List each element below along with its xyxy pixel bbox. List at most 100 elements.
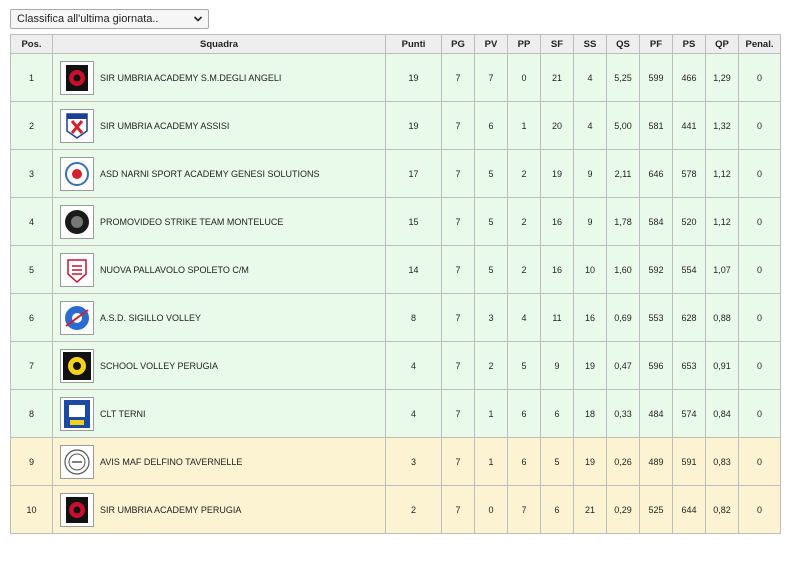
- team-name[interactable]: ASD NARNI SPORT ACADEMY GENESI SOLUTIONS: [100, 169, 320, 179]
- punti-cell: 3: [385, 437, 442, 486]
- standings-type-select[interactable]: Classifica all'ultima giornata..: [10, 9, 209, 29]
- qp-cell: 0,83: [705, 437, 739, 486]
- pg-cell: 7: [441, 245, 475, 294]
- pv-cell: 2: [474, 341, 508, 390]
- team-name[interactable]: SIR UMBRIA ACADEMY PERUGIA: [100, 505, 241, 515]
- pf-cell: 592: [639, 245, 673, 294]
- pg-cell: 7: [441, 437, 475, 486]
- pg-cell: 7: [441, 293, 475, 342]
- team-cell: CLT TERNI: [52, 389, 386, 438]
- table-row: 6 A.S.D. SIGILLO VOLLEY 8 7 3 4 11 16 0,69 553 628…: [10, 293, 781, 342]
- table-row: 4 PROMOVIDEO STRIKE TEAM MONTELUCE 15 7 5 2 16…: [10, 197, 781, 246]
- qp-cell: 1,32: [705, 101, 739, 150]
- pp-cell: 1: [507, 101, 541, 150]
- punti-cell: 19: [385, 101, 442, 150]
- qs-cell: 0,33: [606, 389, 640, 438]
- table-row: 8 CLT TERNI 4 7 1 6 6 18 0,33 484 574 0,84 0: [10, 389, 781, 438]
- sf-cell: 16: [540, 197, 574, 246]
- pf-cell: 646: [639, 149, 673, 198]
- col-header-qs: QS: [606, 34, 640, 54]
- pp-cell: 2: [507, 197, 541, 246]
- team-name[interactable]: PROMOVIDEO STRIKE TEAM MONTELUCE: [100, 217, 283, 227]
- qp-cell: 1,12: [705, 149, 739, 198]
- sf-cell: 11: [540, 293, 574, 342]
- qp-cell: 0,84: [705, 389, 739, 438]
- chevron-down-icon: [193, 16, 203, 22]
- team-cell: ASD NARNI SPORT ACADEMY GENESI SOLUTIONS: [52, 149, 386, 198]
- ss-cell: 10: [573, 245, 607, 294]
- team-name[interactable]: SIR UMBRIA ACADEMY ASSISI: [100, 121, 229, 131]
- team-name[interactable]: NUOVA PALLAVOLO SPOLETO C/M: [100, 265, 249, 275]
- pv-cell: 1: [474, 389, 508, 438]
- team-name[interactable]: SCHOOL VOLLEY PERUGIA: [100, 361, 218, 371]
- pf-cell: 596: [639, 341, 673, 390]
- team-cell: SCHOOL VOLLEY PERUGIA: [52, 341, 386, 390]
- pp-cell: 6: [507, 437, 541, 486]
- col-header-ps: PS: [672, 34, 706, 54]
- penal-cell: 0: [738, 197, 781, 246]
- ss-cell: 19: [573, 341, 607, 390]
- ps-cell: 591: [672, 437, 706, 486]
- clt-logo: [60, 396, 94, 431]
- qs-cell: 0,29: [606, 485, 640, 534]
- qs-cell: 1,60: [606, 245, 640, 294]
- table-row: 7 SCHOOL VOLLEY PERUGIA 4 7 2 5 9 19 0,47 596 653 0…: [10, 341, 781, 390]
- col-header-pf: PF: [639, 34, 673, 54]
- pp-cell: 4: [507, 293, 541, 342]
- pv-cell: 7: [474, 53, 508, 102]
- ps-cell: 466: [672, 53, 706, 102]
- pf-cell: 599: [639, 53, 673, 102]
- penal-cell: 0: [738, 245, 781, 294]
- pg-cell: 7: [441, 485, 475, 534]
- team-name[interactable]: A.S.D. SIGILLO VOLLEY: [100, 313, 201, 323]
- pp-cell: 6: [507, 389, 541, 438]
- ps-cell: 578: [672, 149, 706, 198]
- team-name[interactable]: SIR UMBRIA ACADEMY S.M.DEGLI ANGELI: [100, 73, 281, 83]
- team-name[interactable]: AVIS MAF DELFINO TAVERNELLE: [100, 457, 242, 467]
- qs-cell: 1,78: [606, 197, 640, 246]
- sf-cell: 6: [540, 485, 574, 534]
- sf-cell: 5: [540, 437, 574, 486]
- sir-umbria-logo: [60, 60, 94, 95]
- sigillo-logo: [60, 300, 94, 335]
- sf-cell: 20: [540, 101, 574, 150]
- pp-cell: 0: [507, 53, 541, 102]
- penal-cell: 0: [738, 437, 781, 486]
- punti-cell: 19: [385, 53, 442, 102]
- pv-cell: 6: [474, 101, 508, 150]
- pos-cell: 5: [10, 245, 53, 294]
- pg-cell: 7: [441, 101, 475, 150]
- punti-cell: 4: [385, 389, 442, 438]
- pos-cell: 10: [10, 485, 53, 534]
- col-header-punti: Punti: [385, 34, 442, 54]
- pv-cell: 5: [474, 149, 508, 198]
- school-volley-logo: [60, 348, 94, 383]
- qs-cell: 0,69: [606, 293, 640, 342]
- pg-cell: 7: [441, 197, 475, 246]
- qp-cell: 0,82: [705, 485, 739, 534]
- ss-cell: 4: [573, 53, 607, 102]
- team-cell: AVIS MAF DELFINO TAVERNELLE: [52, 437, 386, 486]
- col-header-pv: PV: [474, 34, 508, 54]
- table-row: 10 SIR UMBRIA ACADEMY PERUGIA 2 7 0 7 6 21 0,29 5…: [10, 485, 781, 534]
- header-row: Pos. Squadra Punti PG PV PP SF SS QS PF …: [10, 34, 781, 54]
- pos-cell: 3: [10, 149, 53, 198]
- penal-cell: 0: [738, 293, 781, 342]
- col-header-sf: SF: [540, 34, 574, 54]
- team-cell: SIR UMBRIA ACADEMY ASSISI: [52, 101, 386, 150]
- sf-cell: 16: [540, 245, 574, 294]
- pos-cell: 9: [10, 437, 53, 486]
- pos-cell: 6: [10, 293, 53, 342]
- pp-cell: 2: [507, 149, 541, 198]
- team-name[interactable]: CLT TERNI: [100, 409, 146, 419]
- pos-cell: 7: [10, 341, 53, 390]
- assisi-logo: [60, 108, 94, 143]
- pv-cell: 0: [474, 485, 508, 534]
- pv-cell: 5: [474, 197, 508, 246]
- col-header-pos: Pos.: [10, 34, 53, 54]
- table-row: 2 SIR UMBRIA ACADEMY ASSISI 19 7 6 1 20 4 5,00 58…: [10, 101, 781, 150]
- qp-cell: 1,12: [705, 197, 739, 246]
- penal-cell: 0: [738, 53, 781, 102]
- pg-cell: 7: [441, 389, 475, 438]
- penal-cell: 0: [738, 341, 781, 390]
